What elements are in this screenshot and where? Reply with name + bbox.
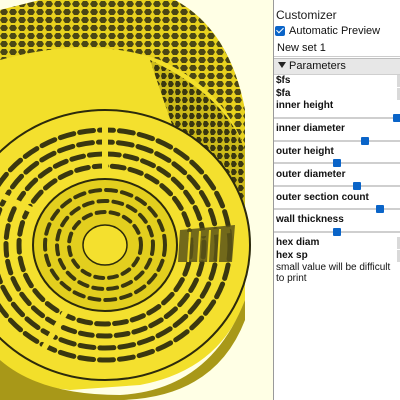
param-label-outer-section-count: outer section count (276, 192, 369, 203)
preset-select[interactable]: New set 1 (274, 40, 400, 57)
slider-thumb[interactable] (333, 159, 341, 167)
slider-track (274, 140, 400, 142)
parameters-section-label: Parameters (289, 60, 346, 72)
slider-outer-height[interactable] (274, 159, 400, 167)
triangle-down-icon (278, 62, 286, 68)
automatic-preview-label: Automatic Preview (289, 25, 381, 37)
customizer-title: Customizer (276, 8, 337, 22)
param-label-hex-sp: hex sp (276, 250, 308, 261)
param-label-outer-diameter: outer diameter (276, 169, 346, 180)
slider-track (274, 117, 400, 119)
3d-model-render[interactable] (0, 0, 273, 400)
preset-value: New set 1 (277, 42, 326, 54)
param-label-outer-height: outer height (276, 146, 334, 157)
param-label-wall-thickness: wall thickness (276, 214, 344, 225)
slider-track (274, 185, 400, 187)
slider-wall-thickness[interactable] (274, 228, 400, 236)
slider-thumb[interactable] (333, 228, 341, 236)
parameters-section-header[interactable]: Parameters (274, 58, 400, 75)
param-label-inner-height: inner height (276, 100, 334, 111)
slider-inner-height[interactable] (274, 114, 400, 122)
automatic-preview-checkbox[interactable] (275, 26, 285, 36)
slider-outer-section-count[interactable] (274, 205, 400, 213)
slider-thumb[interactable] (393, 114, 400, 122)
param-label-fa: $fa (276, 88, 291, 99)
param-label-inner-diameter: inner diameter (276, 123, 345, 134)
param-label-hex-diam: hex diam (276, 237, 320, 248)
slider-outer-diameter[interactable] (274, 182, 400, 190)
slider-thumb[interactable] (353, 182, 362, 190)
3d-viewport[interactable] (0, 0, 273, 400)
slider-thumb[interactable] (360, 137, 369, 145)
param-description-hex-sp: small value will be difficult to print (276, 262, 391, 284)
param-label-fs: $fs (276, 75, 291, 86)
slider-thumb[interactable] (375, 205, 384, 213)
automatic-preview-row[interactable]: Automatic Preview (274, 24, 400, 40)
customizer-panel: Customizer Automatic Preview New set 1 P… (274, 0, 400, 400)
slider-inner-diameter[interactable] (274, 137, 400, 145)
